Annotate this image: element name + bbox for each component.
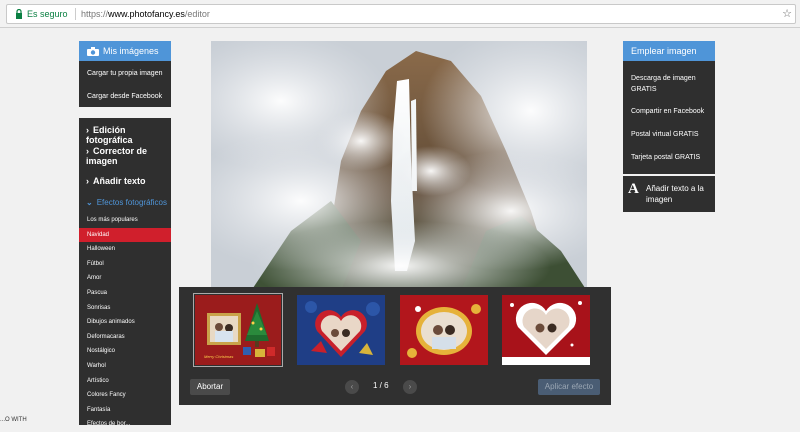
waterfall-photo-image (211, 41, 587, 291)
upload-own-image-link[interactable]: Cargar tu propia imagen (79, 70, 163, 77)
chevron-down-icon: ⌄ (86, 198, 93, 207)
add-text-to-image-panel[interactable]: A Añadir texto a la imagen (623, 176, 715, 212)
menu-image-corrector[interactable]: › Corrector de imagen (79, 146, 167, 166)
cancel-button[interactable]: Abortar (190, 379, 230, 395)
effect-item[interactable]: Pascua (79, 286, 171, 301)
my-images-panel: Mis imágenes Cargar tu propia imagen Car… (79, 41, 171, 107)
pager: ‹ 1 / 6 › (345, 378, 417, 396)
effect-item[interactable]: Los más populares (79, 213, 171, 228)
menu-photo-editing[interactable]: › Edición fotográfica (79, 125, 171, 145)
effect-item[interactable]: Halloween (79, 242, 171, 257)
effect-item[interactable]: Deformacaras (79, 330, 171, 345)
menu-image-corrector-label: Corrector de imagen (86, 146, 148, 166)
menu-add-text-label: Añadir texto (93, 176, 146, 186)
virtual-postcard-link[interactable]: Postal virtual GRATIS (623, 131, 699, 138)
menu-add-text[interactable]: › Añadir texto (79, 176, 146, 186)
next-page-icon[interactable]: › (403, 380, 417, 394)
effect-item[interactable]: Artístico (79, 374, 171, 389)
effect-thumbnail-3[interactable] (400, 295, 488, 365)
use-image-header[interactable]: Emplear imagen (623, 41, 715, 61)
chevron-right-icon: › (86, 176, 89, 186)
effect-item[interactable]: Warhol (79, 359, 171, 374)
use-image-panel: Emplear imagen Descarga de imagen GRATIS… (623, 41, 715, 174)
effect-thumbnail-4[interactable] (502, 295, 590, 365)
browser-address-bar: Es seguro https://www.photofancy.es/edit… (0, 0, 800, 28)
effect-thumbnail-1[interactable]: Merry Christmas (193, 293, 283, 367)
prev-page-icon[interactable]: ‹ (345, 380, 359, 394)
page-indicator: 1 / 6 (373, 381, 389, 390)
share-facebook-link[interactable]: Compartir en Facebook (623, 108, 704, 115)
effect-item-active[interactable]: Navidad (79, 227, 171, 243)
postcard-link[interactable]: Tarjeta postal GRATIS (623, 154, 700, 161)
thumbnail-caption: Merry Christmas (204, 354, 234, 359)
blue-heart-thumbnail (297, 295, 385, 365)
main-photo (211, 41, 587, 291)
bookmark-star-icon[interactable]: ☆ (782, 5, 792, 23)
my-images-title: Mis imágenes (103, 46, 159, 56)
url-box[interactable]: Es seguro https://www.photofancy.es/edit… (6, 4, 796, 24)
menu-photo-editing-label: Edición fotográfica (86, 125, 133, 145)
snow-heart-thumbnail (502, 295, 590, 365)
menu-effects-header[interactable]: ⌄ Efectos fotográficos (79, 193, 171, 212)
effect-item[interactable]: Dibujos animados (79, 315, 171, 330)
effect-item[interactable]: Colores Fancy (79, 388, 171, 403)
url-text: https://www.photofancy.es/editor (81, 5, 210, 23)
effect-item[interactable]: Nostálgico (79, 344, 171, 359)
left-menu: › Edición fotográfica › Corrector de image… (79, 118, 171, 427)
download-free-link[interactable]: Descarga de imagen GRATIS (623, 73, 711, 95)
camera-icon (87, 47, 99, 57)
url-protocol: https:// (81, 9, 109, 19)
url-separator (75, 8, 76, 20)
effects-list: Los más populares Navidad Halloween Fútb… (79, 213, 171, 432)
secure-label: Es seguro (27, 9, 68, 19)
url-domain: www.photofancy.es (108, 9, 185, 19)
effect-item[interactable]: Amor (79, 271, 171, 286)
effects-strip: Merry Christmas Abortar ‹ 1 / 6 › Aplica… (179, 287, 611, 405)
chevron-right-icon: › (86, 125, 89, 135)
menu-effects-label: Efectos fotográficos (96, 198, 167, 207)
footer-text: ...O WITH (0, 417, 27, 423)
add-text-icon: A (628, 181, 639, 197)
chevron-right-icon: › (86, 146, 89, 156)
effect-item[interactable]: Fútbol (79, 257, 171, 272)
url-path: /editor (184, 9, 210, 19)
my-images-header[interactable]: Mis imágenes (79, 41, 171, 61)
add-text-label: Añadir texto a la imagen (646, 184, 704, 204)
upload-facebook-link[interactable]: Cargar desde Facebook (79, 93, 162, 100)
effect-item[interactable]: Fantasía (79, 403, 171, 418)
lock-icon (16, 9, 22, 19)
red-gold-oval-thumbnail (400, 295, 488, 365)
apply-effect-button[interactable]: Aplicar efecto (538, 379, 600, 395)
effect-thumbnail-2[interactable] (297, 295, 385, 365)
effect-item[interactable]: Sonrisas (79, 301, 171, 316)
